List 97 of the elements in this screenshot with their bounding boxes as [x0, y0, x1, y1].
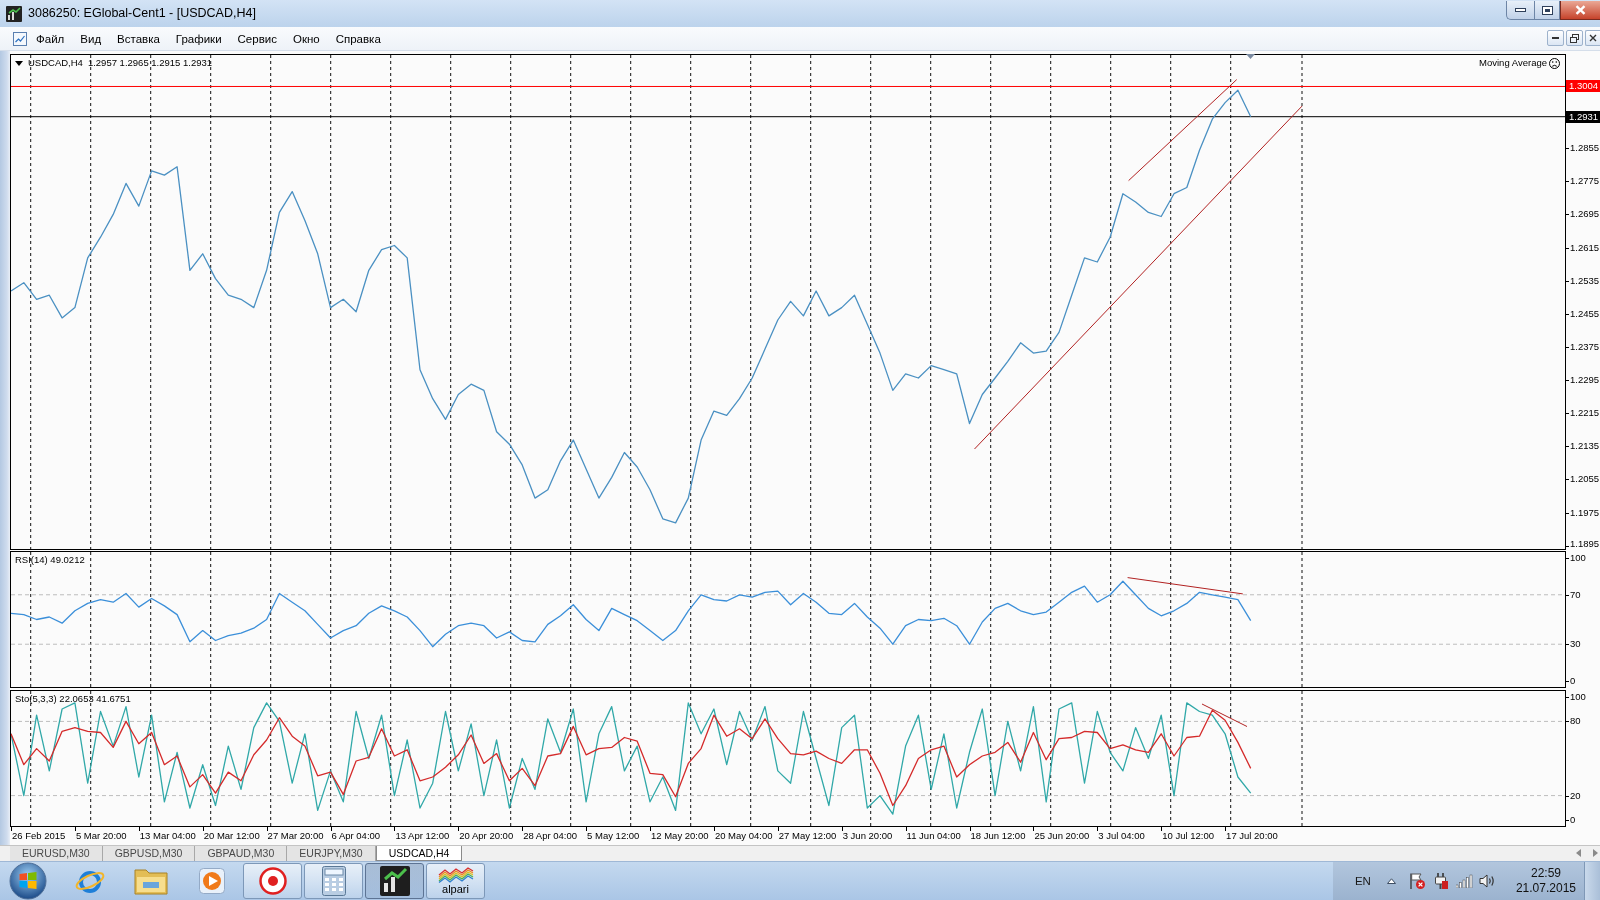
time-axis-label: 13 Mar 04:00 [139, 830, 196, 842]
triangle-marker-icon[interactable] [1246, 54, 1256, 59]
time-axis-label: 13 Apr 12:00 [395, 830, 450, 842]
time-axis-label: 6 Apr 04:00 [331, 830, 381, 842]
y-axis-label: 1.2055 [1570, 473, 1600, 486]
frown-face-icon [1549, 57, 1560, 69]
time-axis-label: 20 Apr 20:00 [459, 830, 514, 842]
y-axis-label: 1.2615 [1570, 241, 1600, 254]
restore-button[interactable] [1566, 30, 1583, 46]
y-axis-label: 1.2135 [1570, 440, 1600, 453]
chart-document-icon[interactable] [12, 30, 28, 47]
minimize-icon [1552, 37, 1559, 39]
play-icon [197, 867, 226, 895]
minimize-button[interactable] [1506, 1, 1534, 20]
restore-icon [1570, 33, 1579, 43]
indicator-title: RSI(14) 49.0212 [15, 554, 85, 566]
time-axis-label: 5 Mar 20:00 [75, 830, 127, 842]
time-axis-label: 3 Jun 20:00 [842, 830, 893, 842]
time-axis-label: 10 Jul 12:00 [1162, 830, 1214, 842]
y-axis-label: 80 [1570, 715, 1581, 728]
time-axis-label: 26 Feb 2015 [12, 830, 66, 842]
chart-tab[interactable]: GBPAUD,M30 [195, 846, 288, 861]
time-axis-label: 27 Mar 20:00 [267, 830, 324, 842]
menu-item[interactable]: Графики [167, 29, 230, 48]
indicator-label: Moving Average [1479, 57, 1547, 69]
menu-item[interactable]: Окно [284, 29, 328, 48]
calculator-icon [321, 866, 346, 896]
chart-tile-icon [379, 866, 410, 896]
ohlc-values: 1.2957 1.2965 1.2915 1.2931 [87, 57, 213, 69]
menu-item[interactable]: Справка [327, 29, 389, 48]
zigzag-lines-icon [437, 867, 474, 883]
y-axis-label: 1.1895 [1570, 538, 1600, 550]
indicator-title: Sto(5,3,3) 22.0653 41.6751 [15, 693, 131, 705]
arrow-right-icon[interactable] [1593, 849, 1598, 857]
price-tag: 1.3004 [1566, 80, 1600, 93]
flag-icon[interactable] [1407, 872, 1426, 890]
chart-tile-icon [6, 6, 22, 22]
y-axis-label: 1.2295 [1570, 374, 1600, 387]
chart-tab[interactable]: USDCAD,H4 [375, 846, 463, 861]
menu-item[interactable]: Вид [72, 29, 110, 48]
y-axis-label: 1.2215 [1570, 407, 1600, 420]
taskbar-button[interactable]: alpari [426, 863, 485, 899]
clock-time: 22:59 [1530, 866, 1561, 881]
triangle-down-icon[interactable] [15, 60, 23, 66]
menu-item[interactable]: Файл [28, 29, 73, 48]
minimize-icon [1515, 8, 1526, 12]
chart-tab[interactable]: EURUSD,M30 [10, 846, 103, 861]
trend-line [1201, 703, 1248, 727]
y-axis-label: 0 [1570, 675, 1576, 688]
y-axis-label: 100 [1570, 690, 1586, 703]
time-axis-label: 20 May 04:00 [714, 830, 773, 842]
chart-title: USDCAD,H4 [28, 57, 83, 69]
start-orb-icon[interactable] [9, 862, 47, 900]
close-button[interactable] [1560, 1, 1600, 20]
y-axis-label: 100 [1570, 551, 1586, 564]
menu-item[interactable]: Вставка [109, 29, 168, 48]
folder-icon [133, 867, 168, 895]
y-axis-label: 1.2375 [1570, 340, 1600, 353]
window-title: 3086250: EGlobal-Cent1 - [USDCAD,H4] [28, 6, 256, 21]
target-icon [258, 867, 287, 895]
close-icon [1589, 34, 1597, 42]
signal-bars-icon[interactable] [1455, 874, 1473, 888]
language-indicator[interactable]: EN [1354, 875, 1371, 887]
price-tag: 1.2931 [1566, 110, 1600, 123]
time-axis-label: 25 Jun 20:00 [1034, 830, 1090, 842]
y-axis-label: 1.1975 [1570, 506, 1600, 519]
y-axis-label: 20 [1570, 789, 1581, 802]
time-axis-label: 5 May 12:00 [587, 830, 640, 842]
time-axis-label: 12 May 20:00 [651, 830, 709, 842]
y-axis-label: 1.2455 [1570, 307, 1600, 320]
y-axis-label: 30 [1570, 638, 1581, 651]
time-axis-label: 11 Jun 04:00 [906, 830, 961, 842]
time-axis-label: 28 Apr 04:00 [523, 830, 578, 842]
time-axis-label: 27 May 12:00 [778, 830, 837, 842]
minimize-button[interactable] [1547, 30, 1564, 46]
maximize-button[interactable] [1534, 1, 1560, 20]
y-axis-label: 1.2775 [1570, 175, 1600, 188]
time-axis-label: 17 Jul 20:00 [1226, 830, 1278, 842]
y-axis-label: 70 [1570, 588, 1581, 601]
maximize-icon [1541, 5, 1553, 15]
close-button[interactable] [1585, 30, 1600, 46]
y-axis-label: 1.2855 [1570, 142, 1600, 155]
triangle-up-icon[interactable] [1386, 878, 1396, 884]
menu-item[interactable]: Сервис [229, 29, 285, 48]
y-axis-label: 0 [1570, 814, 1576, 827]
time-axis-label: 20 Mar 12:00 [203, 830, 260, 842]
y-axis-label: 1.2535 [1570, 274, 1600, 287]
y-axis-label: 1.2695 [1570, 208, 1600, 221]
chart-tab[interactable]: EURJPY,M30 [287, 846, 376, 861]
clock-date: 21.07.2015 [1515, 881, 1576, 896]
chart-tab[interactable]: GBPUSD,M30 [102, 846, 196, 861]
taskbar-button[interactable] [365, 863, 424, 899]
speaker-icon[interactable] [1478, 873, 1496, 889]
close-icon [1575, 5, 1586, 15]
time-axis-label: 3 Jul 04:00 [1098, 830, 1145, 842]
arrow-left-icon[interactable] [1576, 849, 1581, 857]
time-axis-label: 18 Jun 12:00 [970, 830, 1026, 842]
